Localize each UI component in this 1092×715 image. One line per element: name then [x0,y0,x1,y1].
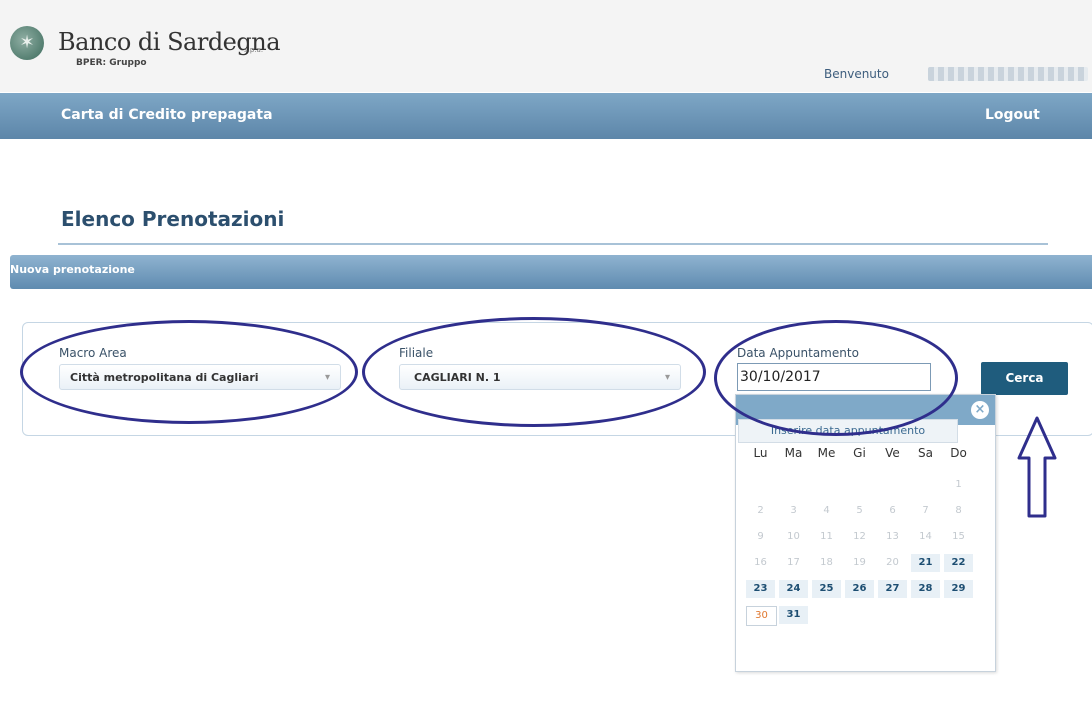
calendar-day: 5 [856,505,863,516]
weekday-sa: Sa [918,446,933,460]
calendar-day: 8 [955,505,962,516]
calendar-day: 16 [754,557,767,568]
calendar-day[interactable]: 27 [878,580,907,598]
calendar-day[interactable]: 22 [944,554,973,572]
weekday-ve: Ve [885,446,900,460]
calendar-day: 2 [757,505,764,516]
weekday-gi: Gi [853,446,866,460]
calendar-day[interactable]: 26 [845,580,874,598]
calendar-day: 10 [787,531,800,542]
calendar-day[interactable]: 29 [944,580,973,598]
calendar-day[interactable]: 28 [911,580,940,598]
title-divider [58,243,1048,245]
calendar-day: 12 [853,531,866,542]
calendar-day: 13 [886,531,899,542]
search-button[interactable]: Cerca [981,362,1068,395]
calendar-day[interactable]: 24 [779,580,808,598]
logo-star-icon: ✶ [19,32,35,53]
weekday-me: Me [817,446,836,460]
macro-area-label: Macro Area [59,346,127,360]
nav-title[interactable]: Carta di Credito prepagata [61,107,273,123]
calendar-day: 11 [820,531,833,542]
date-input[interactable]: 30/10/2017 [737,363,931,391]
arrow-up-icon [1017,416,1057,518]
datepicker-tooltip: Inserire data appuntamento [738,419,958,443]
filiale-label: Filiale [399,346,434,360]
calendar-day[interactable]: 25 [812,580,841,598]
calendar-day: 15 [952,531,965,542]
weekday-ma: Ma [784,446,803,460]
calendar-day[interactable]: 31 [779,606,808,624]
calendar-day: 1 [955,479,962,490]
macro-area-select[interactable]: Città metropolitana di Cagliari ▾ [59,364,341,390]
section-header [10,255,1092,289]
calendar-day[interactable]: 30 [746,606,777,626]
calendar-day: 17 [787,557,800,568]
welcome-text: Benvenuto [824,67,889,81]
redacted-username [928,67,1088,81]
calendar-day: 3 [790,505,797,516]
calendar-day[interactable]: 23 [746,580,775,598]
calendar-day: 18 [820,557,833,568]
page-title: Elenco Prenotazioni [61,207,285,231]
section-title: Nuova prenotazione [10,263,135,276]
chevron-down-icon: ▾ [664,372,670,383]
data-appuntamento-label: Data Appuntamento [737,346,859,360]
filiale-select[interactable]: CAGLIARI N. 1 ▾ [399,364,681,390]
close-icon[interactable]: × [971,401,989,419]
weekday-lu: Lu [753,446,768,460]
calendar-day: 9 [757,531,764,542]
filiale-value: CAGLIARI N. 1 [414,371,501,384]
calendar-day: 14 [919,531,932,542]
calendar-day[interactable]: 21 [911,554,940,572]
logout-link[interactable]: Logout [985,107,1040,123]
calendar-day: 6 [889,505,896,516]
chevron-down-icon: ▾ [324,372,330,383]
calendar-day: 20 [886,557,899,568]
group-name: BPER: Gruppo [76,58,147,68]
weekday-do: Do [950,446,967,460]
calendar-day: 19 [853,557,866,568]
calendar-day: 4 [823,505,830,516]
macro-area-value: Città metropolitana di Cagliari [70,371,259,384]
calendar-day: 7 [922,505,929,516]
brand-suffix: s.p.a. [244,46,264,54]
